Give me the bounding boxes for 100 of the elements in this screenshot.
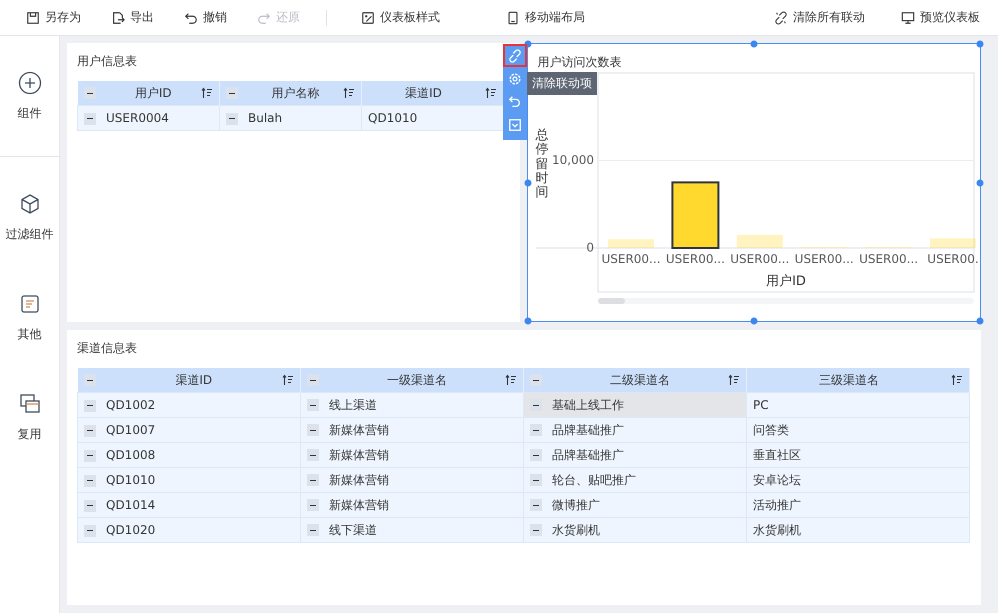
plus-circle-icon xyxy=(18,70,42,94)
table-cell[interactable]: 安卓论坛 xyxy=(746,468,970,492)
collapse-icon[interactable] xyxy=(530,499,542,512)
table-cell[interactable]: 微博推广 xyxy=(524,492,746,518)
sidebar-item[interactable]: 复用 xyxy=(0,367,59,467)
sort-icon[interactable] xyxy=(505,374,517,386)
toolbar-button[interactable]: 导出 xyxy=(103,5,162,30)
category-label: USER00... xyxy=(665,252,724,266)
phone-icon xyxy=(506,10,520,24)
category-label: USER00. xyxy=(926,252,978,266)
sort-icon[interactable] xyxy=(728,374,740,386)
collapse-icon[interactable] xyxy=(307,399,319,412)
table-cell[interactable]: 新媒体营销 xyxy=(300,492,524,518)
table-cell[interactable]: PC xyxy=(746,392,970,418)
table-cell[interactable]: 问答类 xyxy=(746,418,970,442)
toolbar-button[interactable]: 移动端布局 xyxy=(498,5,593,30)
sort-icon[interactable] xyxy=(343,87,355,99)
collapse-icon[interactable] xyxy=(307,424,319,436)
column-header[interactable]: 三级渠道名 xyxy=(746,368,970,392)
collapse-icon[interactable] xyxy=(307,499,319,512)
table-cell[interactable]: 垂直社区 xyxy=(746,442,970,468)
collapse-icon[interactable] xyxy=(307,474,319,486)
sort-icon[interactable] xyxy=(485,87,497,99)
resize-handle[interactable] xyxy=(976,318,984,324)
gear-icon xyxy=(508,72,522,86)
collapse-icon[interactable] xyxy=(530,399,542,412)
resize-handle[interactable] xyxy=(524,318,531,324)
axis-tick-label: 10,000 xyxy=(552,152,594,167)
column-header[interactable]: 二级渠道名 xyxy=(524,368,746,392)
resize-handle[interactable] xyxy=(750,318,758,324)
table-cell[interactable]: 新媒体营销 xyxy=(300,442,524,468)
column-header[interactable]: 渠道ID xyxy=(362,81,504,106)
collapse-icon[interactable] xyxy=(307,449,319,462)
collapse-icon[interactable] xyxy=(530,474,542,486)
axis-title: 用户ID xyxy=(766,274,806,289)
chevron-down-icon xyxy=(508,118,522,132)
collapse-icon[interactable] xyxy=(307,524,319,536)
collapse-icon[interactable] xyxy=(84,474,96,487)
table-cell: Bulah xyxy=(220,106,362,130)
collapse-icon[interactable] xyxy=(84,87,96,99)
table-cell[interactable]: 线上渠道 xyxy=(300,392,524,418)
table-cell[interactable]: QD1007 xyxy=(78,418,300,442)
toolbar-button[interactable]: 另存为 xyxy=(18,5,89,30)
column-header[interactable]: 一级渠道名 xyxy=(300,368,524,392)
collapse-icon[interactable] xyxy=(84,400,96,412)
export-icon xyxy=(111,10,125,24)
table-cell[interactable]: QD1010 xyxy=(78,468,300,492)
widget-title: 渠道信息表 xyxy=(76,340,138,357)
table-cell[interactable]: 线下渠道 xyxy=(300,518,524,542)
collapse-icon[interactable] xyxy=(307,374,319,386)
collapse-icon[interactable] xyxy=(530,524,542,536)
sort-icon[interactable] xyxy=(201,87,213,99)
axis-title: 总停留时间 xyxy=(536,129,548,200)
table-cell[interactable]: 水货刷机 xyxy=(746,518,970,542)
collapse-icon[interactable] xyxy=(84,524,96,537)
resize-handle[interactable] xyxy=(750,40,758,48)
toolbar-button[interactable]: 仪表板样式 xyxy=(353,5,448,30)
collapse-icon[interactable] xyxy=(84,450,96,462)
table-cell[interactable]: 品牌基础推广 xyxy=(524,442,746,468)
collapse-icon[interactable] xyxy=(84,112,96,125)
collapse-icon[interactable] xyxy=(226,87,238,99)
table-cell[interactable]: 基础上线工作 xyxy=(524,392,746,418)
resize-handle[interactable] xyxy=(524,179,531,186)
table-cell[interactable]: 活动推广 xyxy=(746,492,970,518)
table-cell[interactable]: 品牌基础推广 xyxy=(524,418,746,442)
toolbar-button[interactable]: 预览仪表板 xyxy=(893,5,988,30)
sort-icon[interactable] xyxy=(951,374,963,386)
save-icon xyxy=(26,10,40,24)
column-header[interactable]: 用户名称 xyxy=(220,81,362,106)
unlink-button[interactable] xyxy=(503,44,527,67)
table-cell[interactable]: 轮台、贴吧推广 xyxy=(524,468,746,492)
table-cell[interactable]: 新媒体营销 xyxy=(300,468,524,492)
table-cell[interactable]: QD1002 xyxy=(78,392,300,418)
table-cell[interactable]: QD1008 xyxy=(78,442,300,468)
sidebar-item[interactable]: 其他 xyxy=(0,267,59,367)
resize-handle[interactable] xyxy=(976,179,984,186)
bar[interactable] xyxy=(670,181,719,249)
table-cell[interactable]: 水货刷机 xyxy=(524,518,746,542)
table-cell[interactable]: QD1014 xyxy=(78,492,300,518)
sort-icon[interactable] xyxy=(282,374,294,386)
copy-windows-icon xyxy=(18,392,42,416)
sidebar-item[interactable]: 过滤组件 xyxy=(0,167,59,267)
column-header[interactable]: 用户ID xyxy=(78,81,220,106)
column-header[interactable]: 渠道ID xyxy=(78,368,300,392)
collapse-icon[interactable] xyxy=(530,449,542,462)
collapse-icon[interactable] xyxy=(226,112,238,125)
table-cell[interactable]: 新媒体营销 xyxy=(300,418,524,442)
widget-title: 用户访问次数表 xyxy=(536,54,622,71)
toolbar-button[interactable]: 清除所有联动 xyxy=(766,5,873,30)
collapse-icon[interactable] xyxy=(530,424,542,436)
undo-icon xyxy=(184,10,198,24)
scrollbar-thumb[interactable] xyxy=(598,298,624,304)
collapse-icon[interactable] xyxy=(84,424,96,437)
table-cell[interactable]: QD1020 xyxy=(78,518,300,542)
collapse-icon[interactable] xyxy=(84,500,96,512)
resize-handle[interactable] xyxy=(976,40,984,48)
toolbar-button[interactable]: 撤销 xyxy=(176,5,235,30)
collapse-icon[interactable] xyxy=(84,374,96,386)
collapse-icon[interactable] xyxy=(530,374,542,386)
category-label: USER00... xyxy=(730,252,789,266)
